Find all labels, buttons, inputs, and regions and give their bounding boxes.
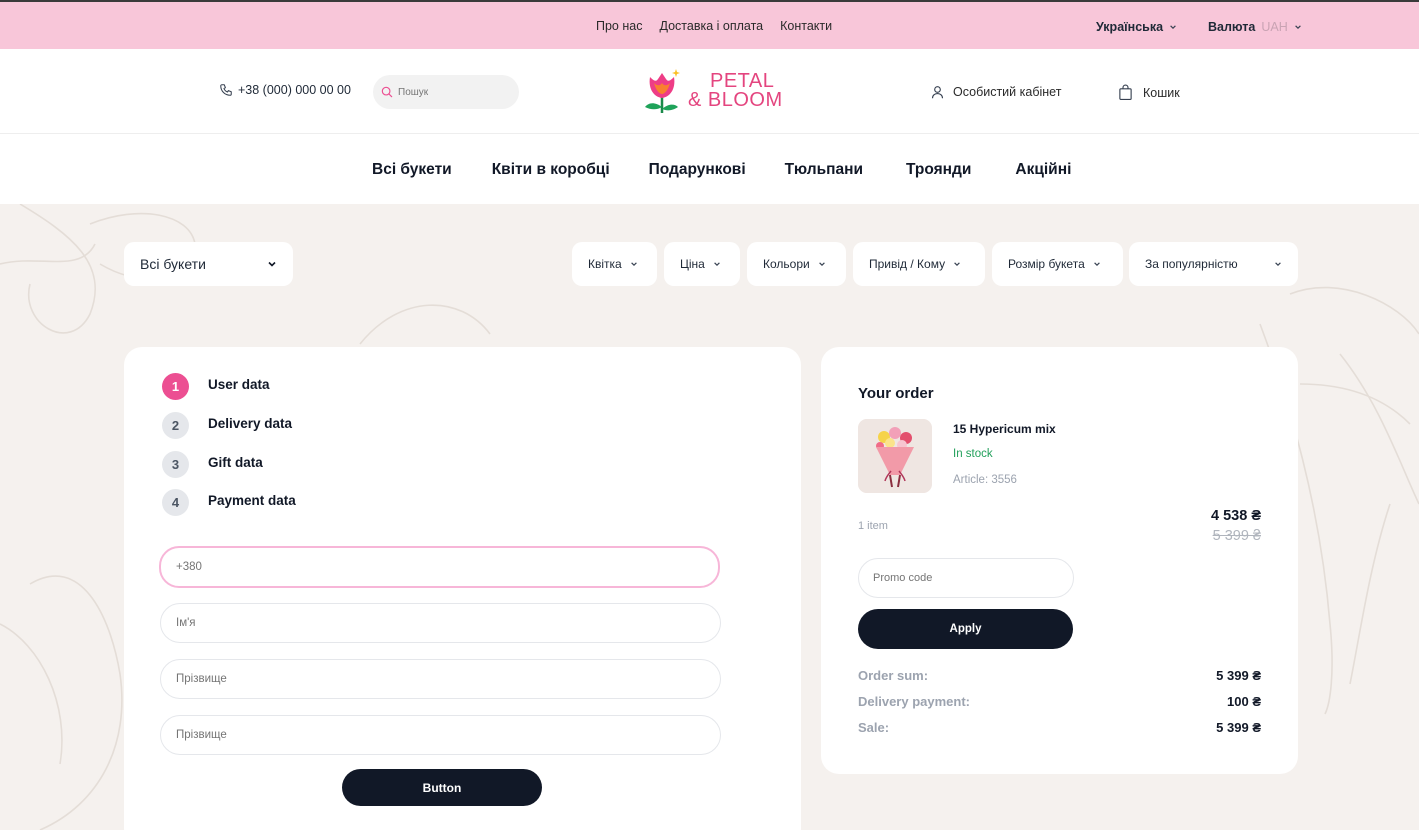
filter-occasion[interactable]: Привід / Кому [853,242,985,286]
filter-flower-label: Квітка [588,257,622,271]
chevron-down-icon [818,262,825,267]
cart-label: Кошик [1143,85,1180,100]
last-name-field-2[interactable] [160,715,721,755]
phone-link[interactable]: +38 (000) 000 00 00 [219,83,351,97]
chevron-down-icon [1275,262,1281,267]
order-sum-row: Order sum: 5 399 ₴ [858,668,1261,683]
language-label: Українська [1096,20,1164,34]
product-name[interactable]: 15 Hypericum mix [953,422,1056,436]
category-nav: Всі букети Квіти в коробці Подарункові Т… [0,134,1419,204]
step-payment-data[interactable]: 4 Payment data [162,489,296,516]
shopping-bag-icon [1119,84,1132,100]
first-name-field[interactable] [160,603,721,643]
category-roses[interactable]: Троянди [906,161,971,179]
category-flowers-in-box[interactable]: Квіти в коробці [492,161,610,179]
filter-occasion-label: Привід / Кому [869,257,946,271]
current-price: 4 538 ₴ [1211,508,1261,524]
currency-select[interactable]: Валюта UAH [1208,20,1302,34]
step-number: 3 [162,451,189,478]
order-sum-label: Order sum: [858,668,929,683]
chevron-down-icon [630,262,637,267]
old-price: 5 399 ₴ [1212,528,1261,544]
chevron-down-icon [268,261,276,267]
bouquet-type-label: Всі букети [140,256,206,272]
chevron-down-icon [1170,25,1176,30]
apply-promo-button[interactable]: Apply [858,609,1073,649]
top-nav: Про нас Доставка і оплата Контакти [596,19,832,33]
step-label: Delivery data [208,415,293,431]
category-gift[interactable]: Подарункові [649,161,746,179]
filter-flower[interactable]: Квітка [572,242,657,286]
step-user-data[interactable]: 1 User data [162,373,270,400]
step-number: 1 [162,373,189,400]
search-input[interactable] [398,86,508,98]
step-gift-data[interactable]: 3 Gift data [162,451,263,478]
step-number: 2 [162,412,189,439]
top-link-about[interactable]: Про нас [596,19,642,33]
top-link-contacts[interactable]: Контакти [780,19,832,33]
order-sum-value: 5 399 ₴ [1216,668,1261,683]
step-label: Gift data [208,454,263,470]
filter-size-label: Розмір букета [1008,257,1085,271]
header: +38 (000) 000 00 00 PETAL & BLOOM Особис… [0,49,1419,134]
order-summary-card: Your order 15 Hypericum mix In stock Art… [821,347,1298,774]
last-name-field[interactable] [160,659,721,699]
account-link[interactable]: Особистий кабінет [930,84,1061,100]
promo-code-input[interactable] [858,558,1074,598]
category-sale[interactable]: Акційні [1015,161,1071,179]
delivery-payment-row: Delivery payment: 100 ₴ [858,694,1261,709]
sale-label: Sale: [858,720,890,735]
sort-select[interactable]: За популярністю [1129,242,1298,286]
filter-size[interactable]: Розмір букета [992,242,1123,286]
search-icon [381,86,393,98]
account-label: Особистий кабінет [953,85,1062,99]
chevron-down-icon [714,262,720,267]
filter-colors[interactable]: Кольори [747,242,846,286]
user-icon [931,86,944,99]
category-tulips[interactable]: Тюльпани [785,161,863,179]
step-number: 4 [162,489,189,516]
logo-line-2: & BLOOM [688,89,783,111]
bouquet-image [858,419,932,493]
step-label: Payment data [208,492,296,508]
chevron-down-icon [954,262,960,267]
sort-label: За популярністю [1145,257,1238,271]
search-box[interactable] [373,75,519,109]
delivery-payment-value: 100 ₴ [1227,694,1261,709]
delivery-payment-label: Delivery payment: [858,694,970,709]
phone-icon [220,84,232,96]
sale-value: 5 399 ₴ [1216,720,1261,735]
category-all-bouquets[interactable]: Всі букети [372,161,452,179]
chevron-down-icon [1294,25,1301,30]
top-link-delivery[interactable]: Доставка і оплата [659,19,763,33]
filter-price-label: Ціна [680,257,705,271]
top-bar: Про нас Доставка і оплата Контакти Украї… [0,0,1419,49]
filter-colors-label: Кольори [763,257,810,271]
logo-text: PETAL & BLOOM [688,71,783,111]
phone-field[interactable] [159,546,720,588]
chevron-down-icon [1093,262,1100,267]
submit-button[interactable]: Button [342,769,542,806]
order-title: Your order [858,385,934,402]
language-select[interactable]: Українська [1096,20,1177,34]
bouquet-type-select[interactable]: Всі букети [124,242,293,286]
filter-price[interactable]: Ціна [664,242,740,286]
sale-row: Sale: 5 399 ₴ [858,720,1261,735]
cart-link[interactable]: Кошик [1118,84,1180,101]
logo[interactable]: PETAL & BLOOM [642,67,783,115]
currency-value: UAH [1261,20,1288,34]
item-count: 1 item [858,520,888,532]
product-image[interactable] [858,419,932,493]
step-label: User data [208,376,270,392]
step-delivery-data[interactable]: 2 Delivery data [162,412,292,439]
stock-status: In stock [953,448,993,460]
checkout-card: 1 User data 2 Delivery data 3 Gift data … [124,347,801,830]
currency-label: Валюта [1208,20,1256,34]
phone-number: +38 (000) 000 00 00 [238,83,351,97]
product-article: Article: 3556 [953,474,1017,486]
tulip-logo-icon [645,69,680,113]
